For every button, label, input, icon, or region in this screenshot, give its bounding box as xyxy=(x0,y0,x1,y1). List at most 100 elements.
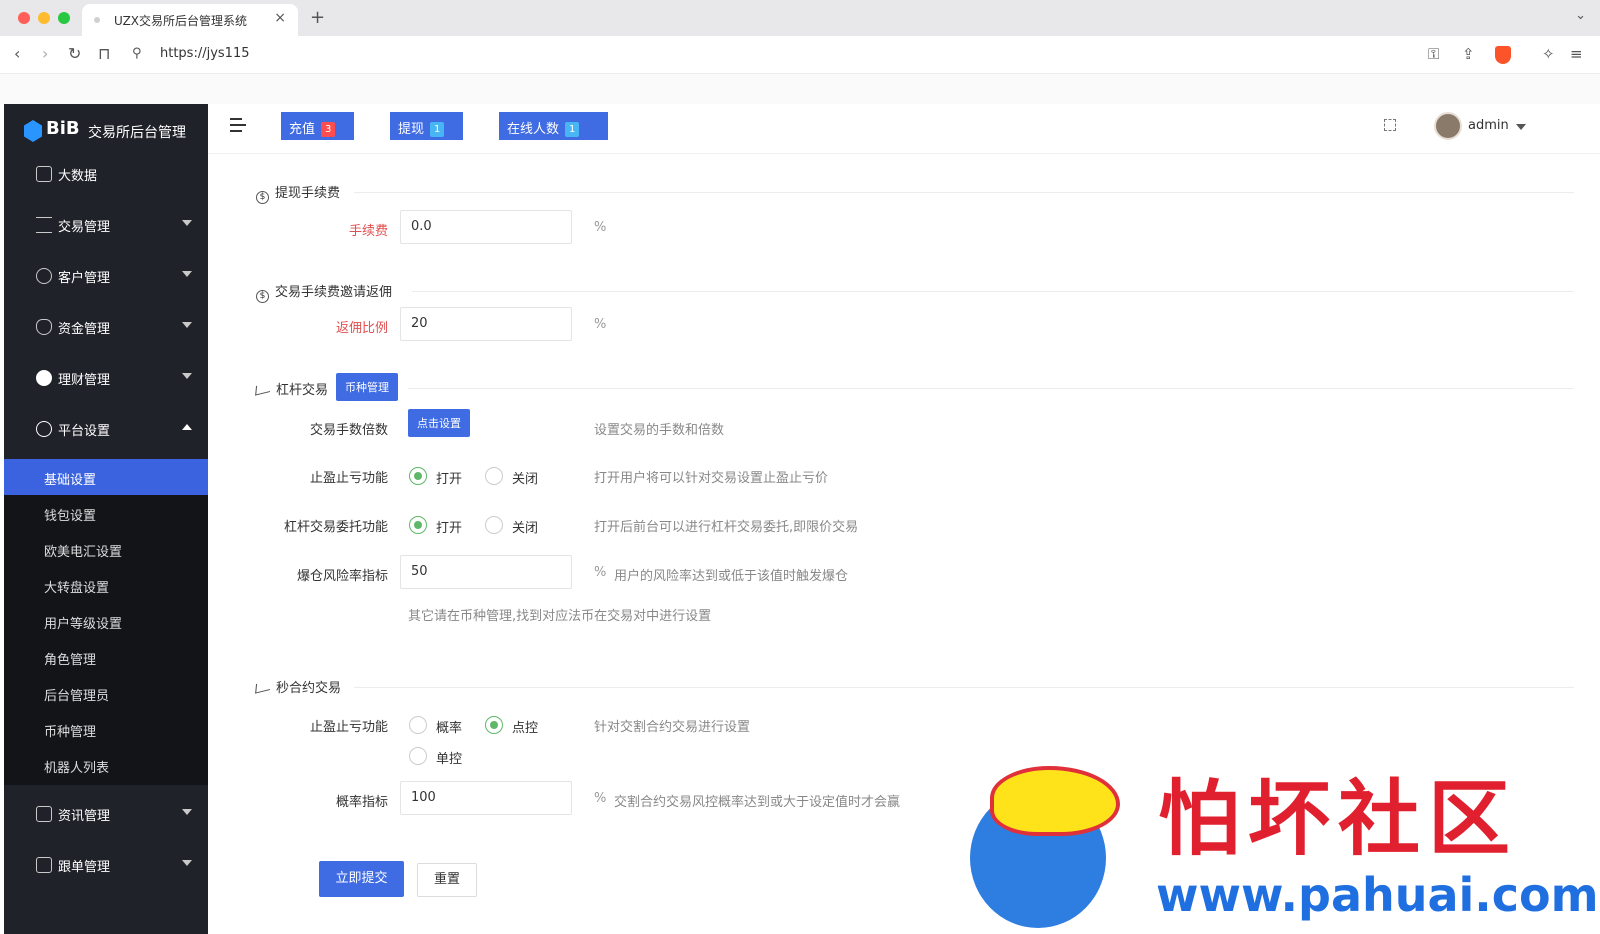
sidebar-item-finance[interactable]: 理财管理 xyxy=(4,354,208,404)
menu-icon[interactable]: ≡ xyxy=(1570,45,1583,63)
section-divider xyxy=(354,687,1574,688)
sidebar-item-bigdata[interactable]: 大数据 xyxy=(4,150,208,200)
close-tab-icon[interactable]: × xyxy=(274,10,286,26)
online-users-count-badge: 1 xyxy=(565,122,580,137)
rebate-ratio-input[interactable]: 20 xyxy=(400,307,572,341)
probability-input[interactable]: 100 xyxy=(400,781,572,815)
tab-list-chevron-icon[interactable]: ⌄ xyxy=(1575,8,1586,23)
probability-label: 概率指标 xyxy=(335,795,388,810)
chart-icon xyxy=(36,166,52,182)
sidebar-subitem-robots[interactable]: 机器人列表 xyxy=(4,747,208,783)
seconds-prob-label[interactable]: 概率 xyxy=(436,717,462,736)
online-users-button[interactable]: 在线人数 1 xyxy=(499,112,608,140)
sidebar-item-customer[interactable]: 客户管理 xyxy=(4,252,208,302)
seconds-single-radio[interactable] xyxy=(409,747,427,765)
lot-multiplier-label: 交易手数倍数 xyxy=(309,423,388,438)
sidebar-subitem-coins[interactable]: 币种管理 xyxy=(4,711,208,747)
sidebar-item-copy-trading[interactable]: 跟单管理 xyxy=(4,841,208,891)
sidebar-item-funds[interactable]: 资金管理 xyxy=(4,303,208,353)
sidebar-item-trade[interactable]: 交易管理 xyxy=(4,201,208,251)
page-top-gap xyxy=(0,74,1600,104)
watermark: 怕坏社区 www.pahuai.com xyxy=(960,748,1600,934)
leverage-stop-close-label[interactable]: 关闭 xyxy=(512,468,538,487)
fish-logo-yellow-icon xyxy=(990,766,1120,836)
coin-management-button[interactable]: 币种管理 xyxy=(336,373,398,401)
user-name[interactable]: admin xyxy=(1468,118,1509,133)
section-title-text: 交易手续费邀请返佣 xyxy=(275,285,393,300)
section-title-text: 秒合约交易 xyxy=(276,681,342,696)
forward-icon[interactable]: › xyxy=(42,44,48,63)
collapse-menu-icon[interactable] xyxy=(230,118,246,132)
users-icon xyxy=(36,268,52,284)
close-window-button[interactable] xyxy=(18,12,30,24)
avatar[interactable] xyxy=(1434,112,1462,140)
favicon-icon xyxy=(94,17,100,23)
sidebar-subitem-basic-settings[interactable]: 基础设置 xyxy=(4,459,208,495)
leverage-entrust-close-label[interactable]: 关闭 xyxy=(512,517,538,536)
section-rebate-title: $ 交易手续费邀请返佣 xyxy=(256,281,393,303)
seconds-prob-radio[interactable] xyxy=(409,716,427,734)
leverage-entrust-close-radio[interactable] xyxy=(485,516,503,534)
leverage-stop-open-radio[interactable] xyxy=(409,467,427,485)
new-tab-icon[interactable]: + xyxy=(310,7,325,28)
chevron-down-icon xyxy=(182,220,192,226)
url-text[interactable]: https://jys115 xyxy=(160,46,250,61)
key-icon[interactable]: ⚿ xyxy=(1428,45,1439,63)
sidebar-item-label: 大数据 xyxy=(58,169,98,184)
leverage-entrust-open-label[interactable]: 打开 xyxy=(436,517,462,536)
dollar-circle-icon: $ xyxy=(256,290,269,303)
leverage-stop-open-label[interactable]: 打开 xyxy=(436,468,462,487)
send-icon xyxy=(255,382,271,396)
submit-button[interactable]: 立即提交 xyxy=(319,861,404,897)
withdraw-fee-input[interactable]: 0.0 xyxy=(400,210,572,244)
leverage-stop-close-radio[interactable] xyxy=(485,467,503,485)
liquidation-risk-input[interactable]: 50 xyxy=(400,555,572,589)
sidebar-item-news[interactable]: 资讯管理 xyxy=(4,790,208,840)
minimize-window-button[interactable] xyxy=(38,12,50,24)
seconds-single-label[interactable]: 单控 xyxy=(436,748,462,767)
maximize-window-button[interactable] xyxy=(58,12,70,24)
section-divider xyxy=(412,291,1574,292)
liquidation-risk-unit: % xyxy=(594,565,607,580)
lot-multiplier-button[interactable]: 点击设置 xyxy=(408,409,470,437)
sidebar-subitem-wallet-settings[interactable]: 钱包设置 xyxy=(4,495,208,531)
withdraw-button[interactable]: 提现 1 xyxy=(390,112,463,140)
recharge-label: 充值 xyxy=(289,122,316,137)
back-icon[interactable]: ‹ xyxy=(14,44,20,63)
leverage-note: 其它请在币种管理,找到对应法币在交易对中进行设置 xyxy=(408,609,712,624)
recharge-count-badge: 3 xyxy=(321,122,336,137)
lot-multiplier-hint: 设置交易的手数和倍数 xyxy=(594,423,725,438)
reload-icon[interactable]: ↻ xyxy=(68,44,81,63)
site-settings-icon[interactable]: ⚲ xyxy=(132,46,142,61)
sidebar-subitem-label: 币种管理 xyxy=(44,725,97,740)
leverage-entrust-open-radio[interactable] xyxy=(409,516,427,534)
reset-button[interactable]: 重置 xyxy=(417,863,477,897)
seconds-point-label[interactable]: 点控 xyxy=(512,717,538,736)
chevron-down-icon xyxy=(182,860,192,866)
brave-shield-icon[interactable] xyxy=(1495,46,1511,64)
fullscreen-icon[interactable] xyxy=(1384,119,1396,131)
sidebar-item-platform-settings[interactable]: 平台设置 xyxy=(4,405,208,455)
browser-tab[interactable]: UZX交易所后台管理系统 × xyxy=(82,4,298,36)
sidebar-subitem-admins[interactable]: 后台管理员 xyxy=(4,675,208,711)
dollar-circle-icon: $ xyxy=(256,191,269,204)
user-menu-caret-icon[interactable] xyxy=(1516,124,1526,130)
withdraw-fee-label: 手续费 xyxy=(348,224,388,239)
sidebar-subitem-user-level[interactable]: 用户等级设置 xyxy=(4,603,208,639)
sidebar-item-label: 资讯管理 xyxy=(58,809,111,824)
sidebar-subitem-label: 基础设置 xyxy=(44,473,97,488)
bookmark-icon[interactable]: ⊓ xyxy=(98,44,110,63)
sidebar-subitem-wire-settings[interactable]: 欧美电汇设置 xyxy=(4,531,208,567)
sidebar-subitem-wheel-settings[interactable]: 大转盘设置 xyxy=(4,567,208,603)
ai-assistant-icon[interactable]: ✧ xyxy=(1542,45,1555,63)
section-divider xyxy=(408,388,1574,389)
leverage-entrust-label: 杠杆交易委托功能 xyxy=(283,520,388,535)
money-bag-icon xyxy=(36,319,52,335)
liquidation-risk-label: 爆仓风险率指标 xyxy=(296,569,388,584)
share-icon[interactable]: ⇪ xyxy=(1462,45,1475,63)
seconds-stop-label: 止盈止亏功能 xyxy=(309,720,388,735)
recharge-button[interactable]: 充值 3 xyxy=(281,112,354,140)
sidebar-subitem-roles[interactable]: 角色管理 xyxy=(4,639,208,675)
logo-text: BiB xyxy=(46,118,80,139)
seconds-point-radio[interactable] xyxy=(485,716,503,734)
